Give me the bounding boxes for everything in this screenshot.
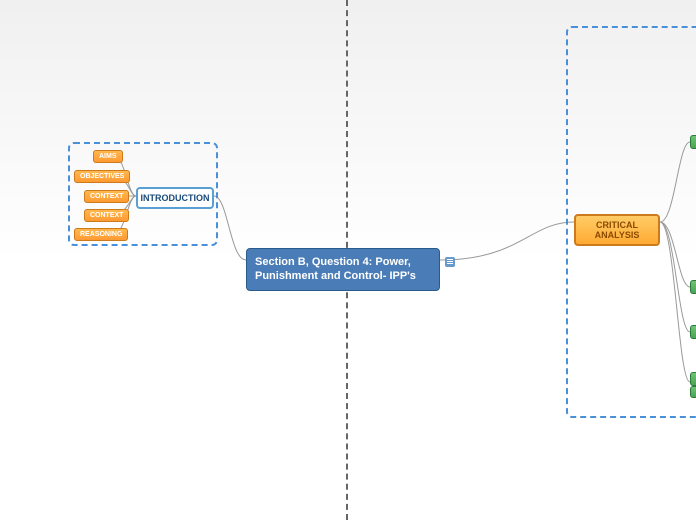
central-node[interactable]: Section B, Question 4: Power, Punishment… [246, 248, 440, 291]
edge-node-3[interactable] [690, 325, 696, 339]
edge-node-2[interactable] [690, 280, 696, 294]
edge-node-5[interactable] [690, 386, 696, 398]
tag-context-2[interactable]: CONTEXT [84, 209, 129, 222]
tag-reasoning-label: REASONING [80, 231, 122, 238]
edge-node-1[interactable] [690, 135, 696, 149]
introduction-node[interactable]: INTRODUCTION [136, 187, 214, 209]
tag-aims[interactable]: AIMS [93, 150, 123, 163]
note-icon[interactable] [445, 257, 455, 267]
tag-objectives-label: OBJECTIVES [80, 173, 124, 180]
central-title: Section B, Question 4: Power, Punishment… [255, 256, 416, 282]
critical-analysis-label: CRITICAL ANALYSIS [595, 220, 640, 240]
edge-node-4[interactable] [690, 372, 696, 386]
tag-context-1-label: CONTEXT [90, 193, 123, 200]
introduction-label: INTRODUCTION [141, 193, 210, 203]
tag-objectives[interactable]: OBJECTIVES [74, 170, 130, 183]
tag-reasoning[interactable]: REASONING [74, 228, 128, 241]
tag-context-2-label: CONTEXT [90, 212, 123, 219]
critical-analysis-node[interactable]: CRITICAL ANALYSIS [574, 214, 660, 246]
tag-context-1[interactable]: CONTEXT [84, 190, 129, 203]
tag-aims-label: AIMS [99, 153, 117, 160]
